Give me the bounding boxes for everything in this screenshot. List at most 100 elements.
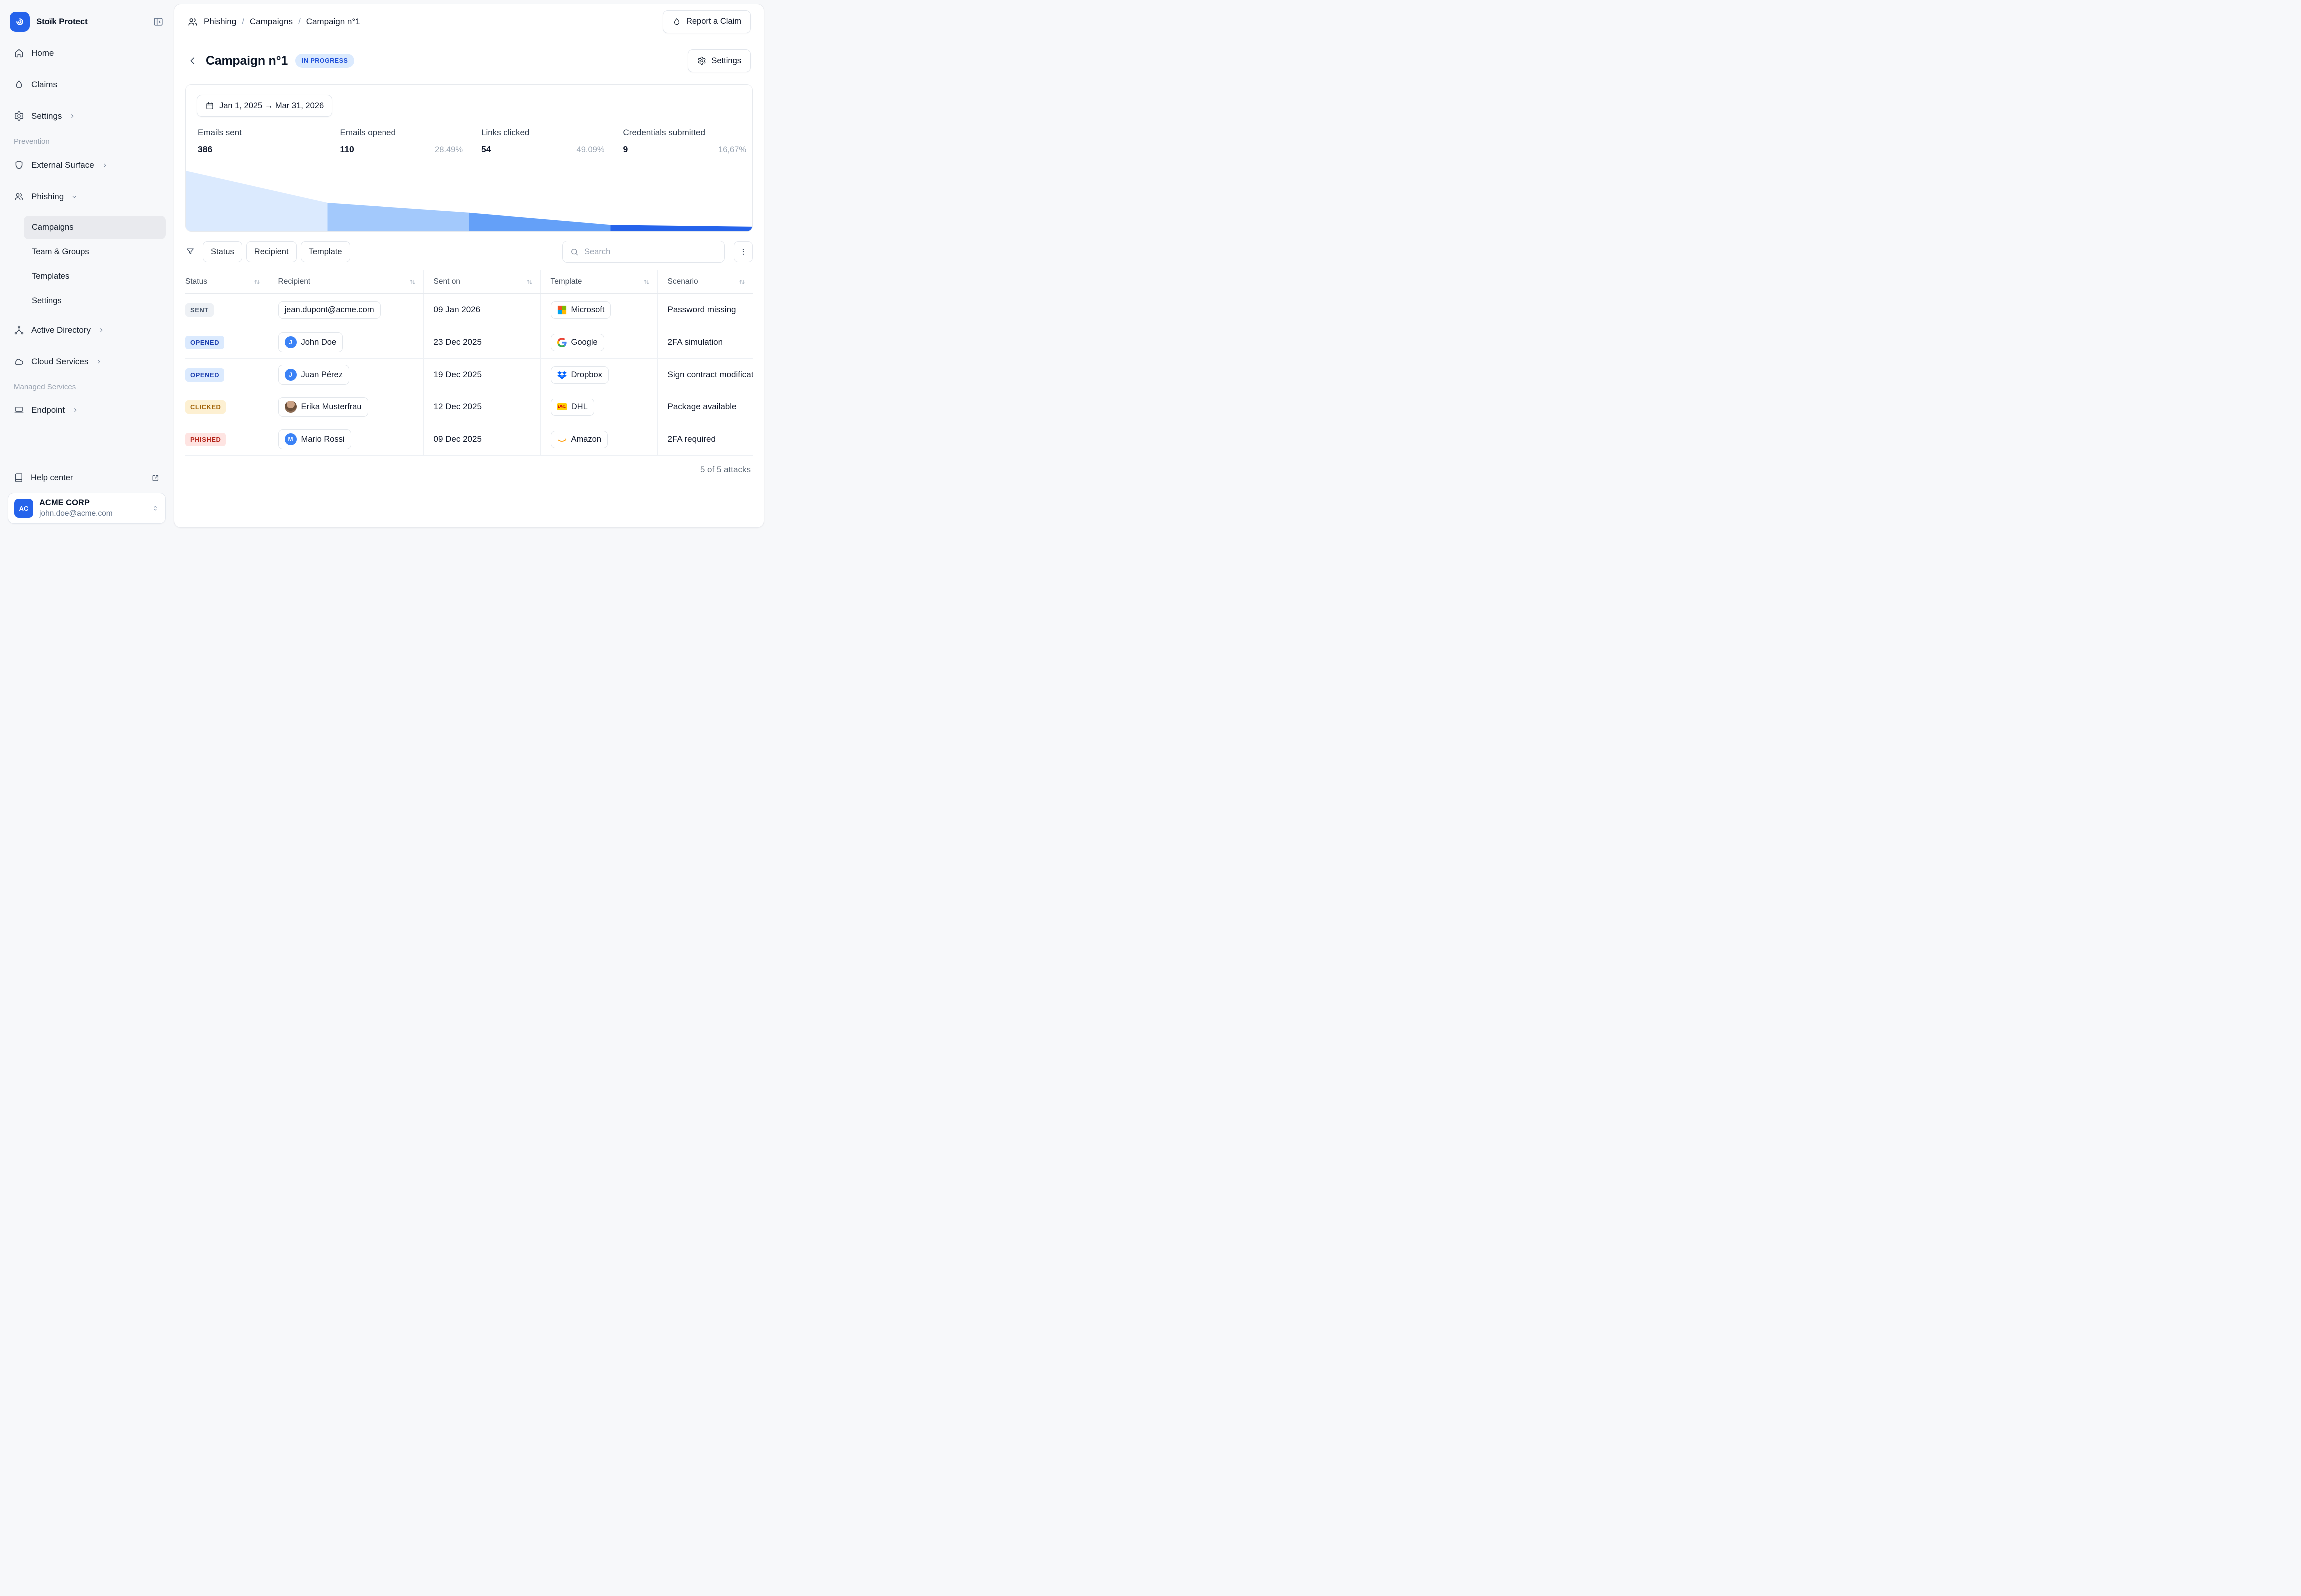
recipient-chip[interactable]: jean.dupont@acme.com	[278, 301, 381, 319]
sidebar-item-settings[interactable]: Settings	[8, 104, 166, 128]
template-label: Microsoft	[571, 305, 605, 315]
status-badge: PHISHED	[185, 433, 226, 446]
date-range-picker[interactable]: Jan 1, 2025 → Mar 31, 2026	[197, 95, 332, 117]
home-icon	[14, 48, 24, 58]
template-label: Dropbox	[571, 370, 602, 380]
phishing-submenu: Campaigns Team & Groups Templates Settin…	[24, 216, 166, 313]
template-label: Google	[571, 338, 598, 347]
sidebar-item-phishing[interactable]: Phishing	[8, 184, 166, 209]
column-header-scenario[interactable]: Scenario	[657, 270, 753, 294]
account-name: ACME CORP	[39, 498, 113, 508]
sidebar-item-cloud-services[interactable]: Cloud Services	[8, 349, 166, 374]
dhl-logo-icon: DHL	[557, 403, 567, 410]
stat-label: Emails opened	[340, 128, 464, 138]
recipient-chip[interactable]: JJohn Doe	[278, 332, 343, 352]
breadcrumb-item-phishing[interactable]: Phishing	[204, 17, 236, 27]
sidebar-item-external-surface[interactable]: External Surface	[8, 153, 166, 177]
sort-icon	[526, 278, 533, 286]
filter-icon	[185, 247, 195, 257]
table-row[interactable]: CLICKED Erika Musterfrau 12 Dec 2025 DHL…	[185, 391, 753, 423]
brand-name: Stoïk Protect	[36, 17, 88, 27]
panel-collapse-icon	[153, 16, 164, 27]
report-claim-button[interactable]: Report a Claim	[663, 10, 751, 33]
sidebar-item-label: Cloud Services	[31, 357, 88, 367]
sidebar-item-help-center[interactable]: Help center	[8, 468, 166, 488]
main-area: Phishing / Campaigns / Campaign n°1 Repo…	[174, 0, 767, 532]
section-label-managed-services: Managed Services	[14, 383, 160, 391]
chevron-right-icon	[72, 407, 79, 414]
stat-emails-opened: Emails opened 11028.49%	[328, 126, 469, 160]
filter-template-button[interactable]: Template	[301, 241, 350, 262]
sort-icon	[738, 278, 746, 286]
amazon-logo-icon	[557, 435, 567, 444]
avatar: M	[285, 433, 297, 445]
back-button[interactable]	[187, 55, 198, 66]
breadcrumb-item-campaigns[interactable]: Campaigns	[250, 17, 293, 27]
calendar-icon	[205, 101, 214, 110]
account-switcher[interactable]: AC ACME CORP john.doe@acme.com	[8, 493, 166, 524]
sidebar-item-label: External Surface	[31, 160, 94, 170]
sidebar-item-active-directory[interactable]: Active Directory	[8, 318, 166, 342]
template-chip[interactable]: Amazon	[551, 431, 608, 448]
recipient-label: Erika Musterfrau	[301, 402, 362, 412]
network-icon	[14, 325, 24, 335]
stat-value: 110	[340, 144, 354, 155]
sidebar-item-label: Endpoint	[31, 405, 65, 415]
recipient-label: Juan Pérez	[301, 370, 343, 380]
breadcrumb-separator: /	[298, 17, 301, 27]
recipient-label: Mario Rossi	[301, 435, 345, 444]
recipient-chip[interactable]: M Mario Rossi	[278, 429, 351, 449]
scenario-cell: Package available	[657, 391, 753, 423]
template-chip[interactable]: Microsoft	[551, 301, 611, 319]
topbar: Phishing / Campaigns / Campaign n°1 Repo…	[174, 4, 764, 39]
sidebar-item-label: Active Directory	[31, 325, 91, 335]
search-input[interactable]	[584, 247, 717, 257]
sent-on-cell: 23 Dec 2025	[423, 326, 540, 359]
sidebar-item-endpoint[interactable]: Endpoint	[8, 398, 166, 422]
help-center-label: Help center	[31, 473, 73, 483]
column-header-sent-on[interactable]: Sent on	[423, 270, 540, 294]
sidebar: Stoïk Protect Home Claims Settings Preve…	[0, 0, 174, 532]
sidebar-item-templates[interactable]: Templates	[24, 265, 166, 288]
microsoft-logo-icon	[557, 305, 567, 315]
sidebar-item-claims[interactable]: Claims	[8, 72, 166, 97]
template-chip[interactable]: Dropbox	[551, 366, 609, 384]
recipient-chip[interactable]: Erika Musterfrau	[278, 397, 368, 417]
more-options-button[interactable]	[734, 241, 753, 262]
chevron-right-icon	[98, 327, 105, 334]
template-chip[interactable]: Google	[551, 334, 604, 351]
stat-label: Credentials submitted	[623, 128, 748, 138]
campaign-settings-button[interactable]: Settings	[688, 49, 751, 72]
table-row[interactable]: SENT jean.dupont@acme.com 09 Jan 2026 Mi…	[185, 294, 753, 326]
brand[interactable]: Stoïk Protect	[10, 12, 88, 32]
table-row[interactable]: OPENED JJuan Pérez 19 Dec 2025 Dropbox S…	[185, 359, 753, 391]
page-title: Campaign n°1	[206, 54, 288, 68]
chevron-right-icon	[69, 113, 76, 120]
sidebar-item-phishing-settings[interactable]: Settings	[24, 289, 166, 313]
sidebar-item-campaigns[interactable]: Campaigns	[24, 216, 166, 239]
sidebar-item-label: Settings	[32, 296, 62, 306]
template-chip[interactable]: DHL DHL	[551, 399, 594, 416]
search-box	[562, 241, 725, 263]
column-header-recipient[interactable]: Recipient	[268, 270, 423, 294]
template-label: DHL	[571, 402, 588, 412]
column-header-template[interactable]: Template	[540, 270, 657, 294]
stat-percent: 49.09%	[577, 145, 605, 155]
column-header-status[interactable]: Status	[185, 270, 268, 294]
sent-on-cell: 09 Dec 2025	[423, 423, 540, 456]
sidebar-item-team-groups[interactable]: Team & Groups	[24, 240, 166, 264]
app-root: Stoïk Protect Home Claims Settings Preve…	[0, 0, 767, 532]
avatar-photo	[285, 401, 297, 413]
recipient-chip[interactable]: JJuan Pérez	[278, 365, 349, 385]
table-row[interactable]: PHISHED MMario Rossi 09 Dec 2025 Amazon …	[185, 423, 753, 456]
attacks-table: Status Recipient Sent on Template Scenar…	[185, 270, 753, 456]
collapse-sidebar-button[interactable]	[153, 16, 164, 27]
filter-recipient-button[interactable]: Recipient	[246, 241, 297, 262]
stat-links-clicked: Links clicked 5449.09%	[469, 126, 611, 160]
google-logo-icon	[557, 338, 567, 347]
droplet-icon	[672, 17, 681, 26]
table-row[interactable]: OPENED JJohn Doe 23 Dec 2025 Google 2FA …	[185, 326, 753, 359]
droplet-icon	[14, 79, 24, 90]
sidebar-item-home[interactable]: Home	[8, 41, 166, 65]
filter-status-button[interactable]: Status	[203, 241, 242, 262]
